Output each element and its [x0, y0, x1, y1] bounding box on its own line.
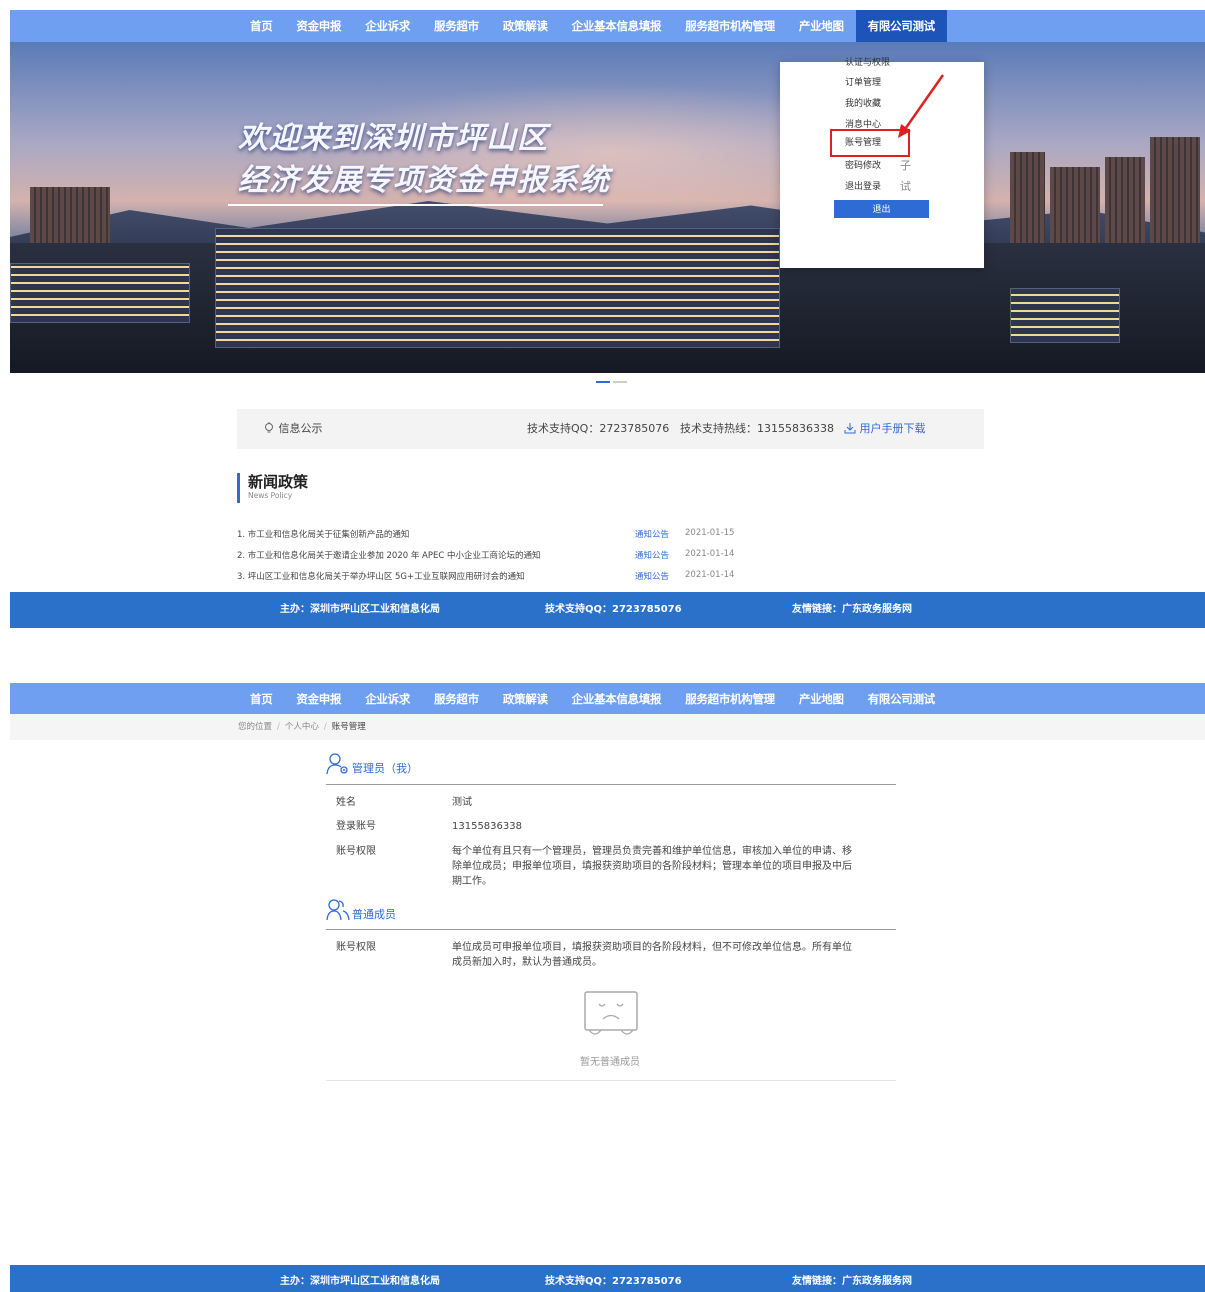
top-nav-bar: 首页 资金申报 企业诉求 服务超市 政策解读 企业基本信息填报 服务超市机构管理… [10, 10, 1205, 42]
banner-parking-building [1010, 288, 1120, 343]
breadcrumb: 您的位置 / 个人中心 / 账号管理 [238, 722, 366, 732]
manual-download-link[interactable]: 用户手册下载 [844, 409, 926, 449]
admin-heading: 管理员（我） [326, 752, 418, 776]
news-section-title: 新闻政策 [248, 473, 309, 491]
menu-item-change-password[interactable]: 密码修改 [845, 158, 881, 171]
breadcrumb-bar: 您的位置 / 个人中心 / 账号管理 [10, 714, 1205, 740]
nav-industry-map[interactable]: 产业地图 [787, 683, 856, 715]
menu-item-logout[interactable]: 退出登录 [845, 179, 881, 192]
footer-top: 主办：深圳市坪山区工业和信息化局 技术支持QQ：2723785076 友情链接：… [10, 592, 1205, 628]
menu-item-auth[interactable]: 认证与权限 [845, 55, 890, 68]
carousel-dot[interactable] [613, 381, 627, 383]
footer-host: 主办：深圳市坪山区工业和信息化局 [280, 604, 440, 615]
news-category[interactable]: 通知公告 [635, 549, 669, 561]
nav-enterprise-demand[interactable]: 企业诉求 [353, 683, 422, 715]
support-qq: 技术支持QQ：2723785076 [527, 422, 670, 435]
banner-title-line2: 经济发展专项资金申报系统 [238, 163, 610, 198]
nav-service-market[interactable]: 服务超市 [422, 10, 491, 42]
breadcrumb-personal-center[interactable]: 个人中心 [285, 722, 319, 732]
footer-qq: 技术支持QQ：2723785076 [545, 604, 682, 615]
content-bottom-divider [326, 1080, 896, 1081]
nav-menu: 首页 资金申报 企业诉求 服务超市 政策解读 企业基本信息填报 服务超市机构管理… [238, 10, 947, 42]
admin-name-value: 测试 [452, 797, 472, 808]
footer-links[interactable]: 友情链接：广东政务服务网 [792, 1265, 912, 1292]
nav-fund-apply[interactable]: 资金申报 [284, 683, 353, 715]
admin-perm-value: 每个单位有且只有一个管理员，管理员负责完善和维护单位信息，审核加入单位的申请、移… [452, 846, 852, 887]
news-title[interactable]: 2. 市工业和信息化局关于邀请企业参加 2020 年 APEC 中小企业工商论坛… [237, 549, 541, 561]
nav-service-org-manage[interactable]: 服务超市机构管理 [673, 683, 787, 715]
menu-item-orders[interactable]: 订单管理 [845, 75, 881, 88]
nav-policy-reading[interactable]: 政策解读 [491, 683, 560, 715]
banner-main-building [215, 228, 780, 348]
breadcrumb-current: 账号管理 [331, 722, 366, 732]
red-arrow-annotation [898, 74, 945, 138]
admin-heading-label: 管理员（我） [352, 762, 418, 775]
admin-divider [326, 784, 896, 785]
nav-home[interactable]: 首页 [238, 10, 284, 42]
banner-underline [228, 204, 603, 206]
download-icon [844, 423, 856, 434]
admin-name-label: 姓名 [336, 797, 356, 808]
admin-user-gear-icon [326, 753, 348, 775]
nav-industry-map[interactable]: 产业地图 [787, 10, 856, 42]
top-nav-bar-2: 首页 资金申报 企业诉求 服务超市 政策解读 企业基本信息填报 服务超市机构管理… [10, 683, 1205, 715]
member-heading: 普通成员 [326, 898, 396, 922]
dropdown-ghost-text: 试 [900, 180, 911, 193]
nav-home[interactable]: 首页 [238, 683, 284, 715]
dropdown-ghost-text: 子 [900, 159, 911, 172]
hero-banner: 欢迎来到深圳市坪山区 经济发展专项资金申报系统 [10, 42, 1205, 373]
nav-enterprise-info[interactable]: 企业基本信息填报 [560, 683, 674, 715]
menu-item-favorites[interactable]: 我的收藏 [845, 96, 881, 109]
admin-account-value: 13155836338 [452, 821, 522, 832]
nav-enterprise-demand[interactable]: 企业诉求 [353, 10, 422, 42]
nav-policy-reading[interactable]: 政策解读 [491, 10, 560, 42]
footer-links[interactable]: 友情链接：广东政务服务网 [792, 592, 912, 628]
nav-fund-apply[interactable]: 资金申报 [284, 10, 353, 42]
news-category[interactable]: 通知公告 [635, 570, 669, 582]
footer-host: 主办：深圳市坪山区工业和信息化局 [280, 1276, 440, 1287]
logout-button[interactable]: 退出 [834, 200, 929, 218]
member-divider [326, 929, 896, 930]
empty-state-text: 暂无普通成员 [580, 1057, 640, 1068]
info-notice-label: 信息公示 [278, 422, 323, 435]
carousel-dots [596, 381, 627, 383]
admin-perm-label: 账号权限 [336, 846, 376, 857]
nav-service-org-manage[interactable]: 服务超市机构管理 [673, 10, 787, 42]
news-date: 2021-01-14 [685, 570, 735, 580]
nav-menu-2: 首页 资金申报 企业诉求 服务超市 政策解读 企业基本信息填报 服务超市机构管理… [238, 683, 947, 715]
news-section-subtitle: News Policy [248, 491, 293, 500]
empty-state-icon [584, 991, 638, 1035]
info-bar: 信息公示 技术支持QQ：2723785076 技术支持热线：1315583633… [237, 409, 984, 449]
support-hotline: 技术支持热线：13155836338 [680, 422, 834, 435]
news-date: 2021-01-15 [685, 528, 735, 538]
info-notice[interactable]: 信息公示 [263, 409, 323, 449]
news-category[interactable]: 通知公告 [635, 528, 669, 540]
nav-service-market[interactable]: 服务超市 [422, 683, 491, 715]
news-date: 2021-01-14 [685, 549, 735, 559]
carousel-dot-active[interactable] [596, 381, 610, 383]
news-title[interactable]: 3. 坪山区工业和信息化局关于举办坪山区 5G+工业互联网应用研讨会的通知 [237, 570, 525, 582]
nav-user-company[interactable]: 有限公司测试 [856, 683, 947, 715]
lightbulb-icon [265, 422, 273, 433]
footer-bottom: 主办：深圳市坪山区工业和信息化局 技术支持QQ：2723785076 友情链接：… [10, 1265, 1205, 1292]
member-perm-value: 单位成员可申报单位项目，填报获资助项目的各阶段材料，但不可修改单位信息。所有单位… [452, 942, 852, 968]
news-section-header: 新闻政策 News Policy [237, 473, 308, 503]
user-dropdown-menu: 认证与权限 订单管理 我的收藏 消息中心 账号管理 密码修改 退出登录 子 试 … [780, 58, 984, 268]
breadcrumb-location: 您的位置 [238, 722, 273, 732]
manual-download-label: 用户手册下载 [859, 422, 926, 435]
footer-qq: 技术支持QQ：2723785076 [545, 1276, 682, 1287]
admin-account-label: 登录账号 [336, 821, 376, 832]
member-perm-label: 账号权限 [336, 942, 376, 953]
news-title[interactable]: 1. 市工业和信息化局关于征集创新产品的通知 [237, 528, 409, 540]
members-icon [326, 899, 350, 921]
banner-factory [10, 263, 190, 323]
nav-enterprise-info[interactable]: 企业基本信息填报 [560, 10, 674, 42]
member-heading-label: 普通成员 [352, 908, 396, 921]
nav-user-company[interactable]: 有限公司测试 [855, 10, 947, 42]
banner-title: 欢迎来到深圳市坪山区 经济发展专项资金申报系统 [238, 118, 610, 202]
banner-title-line1: 欢迎来到深圳市坪山区 [238, 121, 548, 156]
